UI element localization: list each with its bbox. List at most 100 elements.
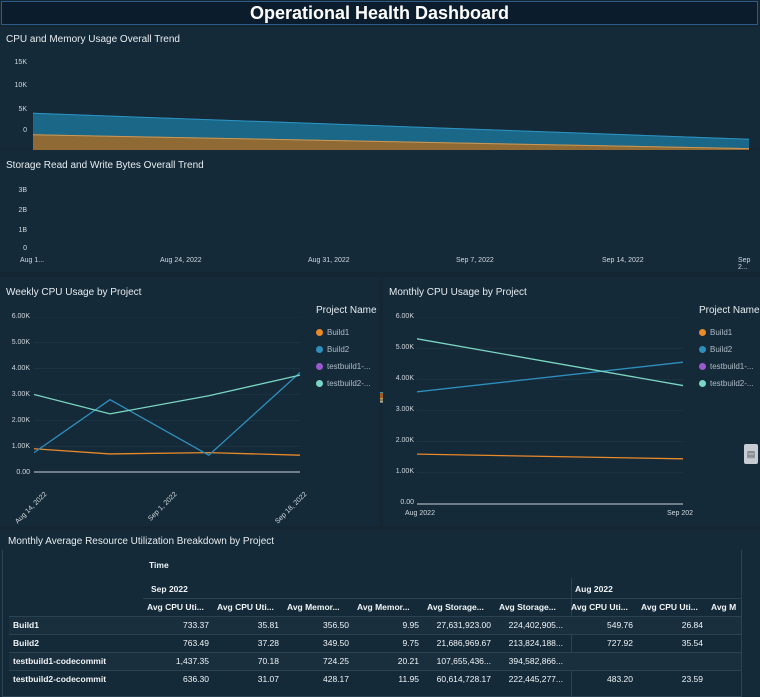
y-tick: 5.00K [11, 339, 30, 346]
cell: 483.20 [607, 674, 633, 685]
cell: 733.37 [183, 620, 209, 630]
month-sep: Sep 2022 [151, 584, 188, 594]
cell [707, 652, 741, 670]
x-tick: Sep 2... [738, 257, 751, 271]
legend-dot [699, 363, 706, 370]
column-header[interactable]: Avg Memor... [353, 598, 423, 616]
column-header[interactable]: Avg Memor... [283, 598, 353, 616]
y-tick: 15K [14, 59, 27, 66]
column-header[interactable]: Avg Storage... [423, 598, 495, 616]
y-tick: 4.00K [11, 365, 30, 372]
row-label: Build1 [13, 620, 39, 630]
y-tick: 2B [18, 207, 27, 214]
line-series-testbuild2- [417, 338, 684, 387]
cell: 1,437.35 [175, 656, 209, 666]
weekly-legend-title: Project Name [316, 305, 377, 316]
y-tick: 2.00K [11, 417, 30, 424]
column-header[interactable]: Avg M [707, 598, 741, 616]
cell: 222,445,277... [508, 674, 563, 685]
cell: 428.17 [323, 674, 349, 685]
legend-item-build2[interactable]: Build2 [699, 345, 732, 354]
cell: 356.50 [323, 620, 349, 630]
breakdown-panel[interactable]: Monthly Average Resource Utilization Bre… [0, 530, 760, 697]
y-tick: 0.00 [400, 499, 414, 506]
legend-item-testbuild1[interactable]: testbuild1-... [316, 362, 371, 371]
row-label: testbuild1-codecommit [13, 656, 107, 666]
cell: 107,655,436... [436, 656, 491, 666]
y-tick: 4.00K [395, 375, 414, 382]
cell: 636.30 [183, 674, 209, 685]
breakdown-table-frame: Time Sep 2022 Aug 2022 Project Name Avg … [2, 550, 742, 697]
cell: 27,631,923.00 [436, 620, 491, 630]
x-tick: Sep 202 [667, 510, 694, 517]
monthly-cpu-title: Monthly CPU Usage by Project [389, 287, 527, 298]
cell: 9.95 [402, 620, 419, 630]
cell: 20.21 [397, 656, 419, 666]
y-tick: 0 [23, 245, 27, 252]
legend-label: Build2 [327, 345, 350, 354]
cpu-memory-trend-panel[interactable]: CPU and Memory Usage Overall Trend 15K 1… [0, 27, 760, 159]
line-series-build2 [417, 361, 684, 393]
column-header[interactable]: Avg Storage... [495, 598, 567, 616]
legend-item-build1[interactable]: Build1 [699, 328, 732, 337]
cell [707, 670, 741, 688]
x-tick: Aug 2022 [405, 510, 435, 517]
y-tick: 0 [23, 127, 27, 134]
cell: 224,402,905... [508, 620, 563, 630]
cell: 31.07 [257, 674, 279, 685]
y-tick: 1.00K [11, 443, 30, 450]
x-tick: Aug 24, 2022 [160, 257, 202, 264]
legend-item-testbuild1[interactable]: testbuild1-... [699, 362, 754, 371]
cell: 9.75 [402, 638, 419, 648]
legend-item-build1[interactable]: Build1 [316, 328, 349, 337]
line-series-build1 [34, 448, 301, 456]
legend-dot [316, 346, 323, 353]
column-header-row: Avg CPU Uti... Avg CPU Uti... Avg Memor.… [9, 598, 741, 616]
storage-trend-panel[interactable]: Storage Read and Write Bytes Overall Tre… [0, 150, 760, 403]
legend-dot [316, 363, 323, 370]
table-row[interactable]: testbuild1-codecommit 1,437.35 70.18 724… [9, 652, 741, 670]
column-header[interactable]: Avg CPU Uti... [213, 598, 283, 616]
legend-label: testbuild1-... [327, 362, 371, 371]
y-tick: 1B [18, 227, 27, 234]
cell: 60,614,728.17 [436, 674, 491, 685]
column-header[interactable]: Avg CPU Uti... [637, 598, 707, 616]
legend-label: Build1 [710, 328, 733, 337]
legend-item-build2[interactable]: Build2 [316, 345, 349, 354]
table-row[interactable]: Build2 763.49 37.28 349.50 9.75 21,686,9… [9, 634, 741, 652]
cell: 35.54 [681, 638, 703, 648]
cell: 70.18 [257, 656, 279, 666]
column-header [9, 598, 143, 616]
cell: 23.59 [681, 674, 703, 685]
time-header: Time [149, 560, 169, 570]
x-tick: Sep 14, 2022 [602, 257, 644, 264]
legend-label: Build1 [327, 328, 350, 337]
column-header[interactable]: Avg CPU Uti... [567, 598, 637, 616]
legend-item-testbuild2[interactable]: testbuild2-... [316, 379, 371, 388]
cell: 727.92 [607, 638, 633, 648]
y-tick: 3B [18, 187, 27, 194]
cell: 26.84 [681, 620, 703, 630]
x-tick: Sep 18, 2022 [274, 491, 309, 526]
y-tick: 6.00K [395, 313, 414, 320]
weekly-cpu-line-chart [34, 317, 301, 473]
cell: 349.50 [323, 638, 349, 648]
breakdown-table: Avg CPU Uti... Avg CPU Uti... Avg Memor.… [9, 598, 741, 688]
storage-trend-title: Storage Read and Write Bytes Overall Tre… [6, 160, 204, 171]
y-tick: 10K [14, 82, 27, 89]
table-row[interactable]: Build1 733.37 35.81 356.50 9.95 27,631,9… [9, 616, 741, 634]
row-label: Build2 [13, 638, 39, 648]
legend-label: Build2 [710, 345, 733, 354]
y-tick: 3.00K [11, 391, 30, 398]
legend-dot [699, 346, 706, 353]
x-tick: Sep 1, 2022 [147, 491, 179, 523]
x-tick: Aug 31, 2022 [308, 257, 350, 264]
table-row[interactable]: testbuild2-codecommit 636.30 31.07 428.1… [9, 670, 741, 688]
cell [567, 652, 637, 670]
column-header[interactable]: Avg CPU Uti... [143, 598, 213, 616]
legend-item-testbuild2[interactable]: testbuild2-... [699, 379, 754, 388]
cell [707, 616, 741, 634]
panel-menu-icon[interactable]: ▤ [744, 444, 758, 464]
cell: 35.81 [257, 620, 279, 630]
weekly-cpu-title: Weekly CPU Usage by Project [6, 287, 142, 298]
